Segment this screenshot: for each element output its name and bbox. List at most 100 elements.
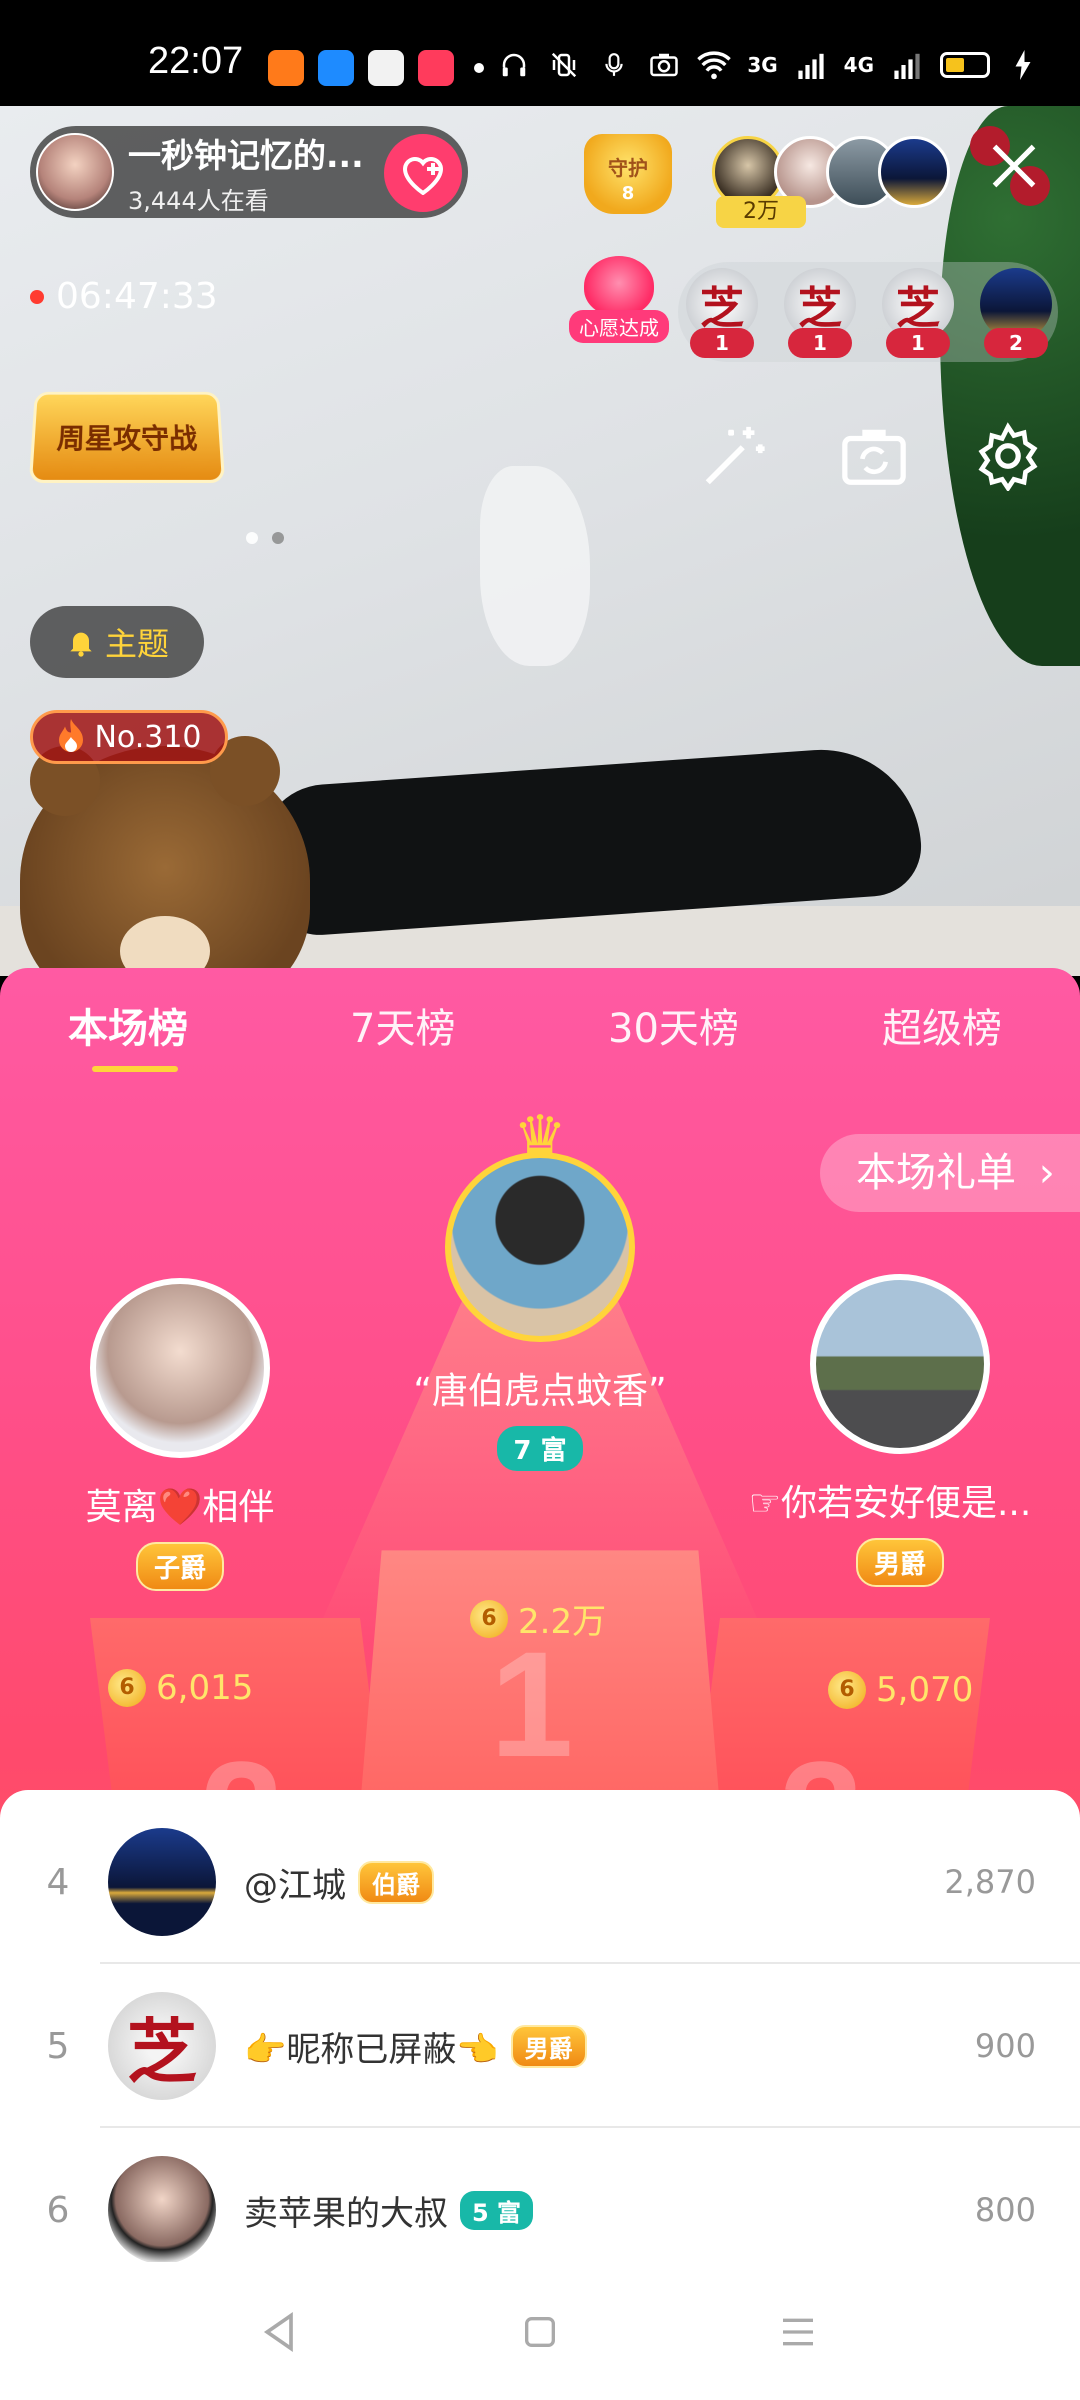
topic-label: 主题	[104, 625, 169, 663]
first-place[interactable]: “唐伯虎点蚊香” 7 富	[380, 1152, 700, 1471]
third-place[interactable]: ☞你若安好便是... 男爵	[740, 1274, 1060, 1587]
microphone-icon	[597, 48, 631, 82]
list-score: 800	[974, 2191, 1036, 2229]
hot-rank-badge[interactable]: No.310	[30, 710, 228, 764]
coin-icon: 6	[470, 1599, 508, 1638]
list-avatar[interactable]	[108, 1828, 216, 1936]
back-button[interactable]	[250, 2302, 310, 2362]
wish-label: 心愿达成	[569, 310, 669, 343]
gift-count: 1	[788, 328, 852, 358]
wish-complete-button[interactable]: 心愿达成	[566, 256, 672, 352]
top-viewer-contribution-badge: 2万	[716, 196, 806, 228]
menu-lines-icon	[783, 2318, 813, 2346]
active-tab-indicator	[92, 1066, 178, 1072]
list-score: 900	[974, 2027, 1036, 2065]
more-notifications-dot	[474, 63, 484, 73]
kuaishou-app-icon	[268, 50, 304, 86]
guard-label: 守护	[608, 156, 648, 180]
tab-current-session[interactable]: 本场榜	[68, 996, 188, 1054]
weekstar-battle-banner[interactable]: 周星攻守战	[28, 391, 226, 484]
headphones-icon	[497, 48, 531, 82]
gear-icon	[978, 422, 1038, 491]
tab-super[interactable]: 超级榜	[882, 996, 1002, 1054]
recording-dot	[30, 289, 44, 304]
topic-button[interactable]: 主题	[30, 606, 204, 678]
session-gift-list-button[interactable]: 本场礼单 ›	[820, 1134, 1080, 1212]
list-score: 2,870	[944, 1863, 1036, 1901]
flame-icon	[59, 719, 84, 752]
list-user-name: 卖苹果的大叔	[244, 2193, 448, 2234]
heart-plus-icon	[402, 157, 444, 195]
live-timer: 06:47:33	[30, 276, 218, 317]
gift-avatar[interactable]: 2	[980, 268, 1052, 358]
gift-avatar[interactable]: 芝1	[882, 268, 954, 358]
recents-button[interactable]	[768, 2302, 828, 2362]
first-place-score-value: 2.2万	[518, 1602, 607, 1642]
second-place-rank-badge: 子爵	[135, 1542, 224, 1591]
camera-status-icon	[647, 48, 681, 82]
list-avatar[interactable]	[108, 2156, 216, 2264]
notification-icons	[268, 50, 484, 86]
top-viewers[interactable]: 2万	[712, 136, 952, 228]
beauty-wand-button[interactable]	[694, 416, 774, 496]
bell-icon	[70, 632, 92, 657]
list-user-name: 👉昵称已屏蔽👈	[244, 2029, 499, 2070]
list-user-name: @江城	[244, 1865, 346, 1906]
host-info-pill[interactable]: 一秒钟记忆的... 3,444人在看	[30, 126, 468, 218]
list-rank: 4	[46, 1861, 70, 1903]
magic-wand-icon	[705, 426, 765, 485]
chevron-right-icon: ›	[1038, 1150, 1055, 1196]
tab-7-days[interactable]: 7天榜	[350, 996, 455, 1054]
settings-button[interactable]	[968, 416, 1048, 496]
gift-ranking-row[interactable]: 芝1 芝1 芝1 2	[678, 262, 1058, 362]
list-rank: 6	[46, 2189, 70, 2231]
host-avatar[interactable]	[36, 133, 114, 211]
second-place-avatar[interactable]	[90, 1278, 270, 1458]
network-4g-label: 4G	[843, 53, 874, 77]
switch-camera-button[interactable]	[834, 416, 914, 496]
browser-app-icon	[318, 50, 354, 86]
switch-camera-icon	[842, 429, 906, 485]
gift-avatar[interactable]: 芝1	[784, 268, 856, 358]
third-place-rank-badge: 男爵	[855, 1538, 944, 1587]
status-bar: 22:07 3G 4G	[0, 0, 1080, 106]
gift-list-label: 本场礼单	[856, 1150, 1016, 1196]
first-place-fortune-badge: 7 富	[497, 1426, 583, 1471]
list-rank-badge: 男爵	[510, 2024, 587, 2068]
store-app-icon	[368, 50, 404, 86]
live-video-stream[interactable]	[0, 106, 1080, 976]
podium-number-1: 1	[490, 1620, 574, 1788]
second-place-name: 莫离❤️相伴	[85, 1487, 275, 1528]
wifi-icon	[697, 48, 732, 82]
tab-30-days[interactable]: 30天榜	[608, 996, 739, 1054]
viewer-avatar[interactable]	[878, 136, 950, 208]
back-triangle-icon	[263, 2312, 293, 2352]
close-button[interactable]	[984, 140, 1044, 200]
guard-level: 8	[621, 183, 635, 204]
system-navigation-bar	[0, 2262, 1080, 2400]
list-fortune-badge: 5 富	[460, 2190, 534, 2230]
host-name: 一秒钟记忆的...	[128, 135, 364, 175]
list-item[interactable]: 5 芝 👉昵称已屏蔽👈 男爵 900	[0, 1964, 1080, 2128]
gift-count: 2	[984, 328, 1048, 358]
home-square-icon	[525, 2317, 555, 2347]
home-button[interactable]	[510, 2302, 570, 2362]
network-3g-label: 3G	[747, 53, 778, 77]
list-rank: 5	[46, 2025, 70, 2067]
follow-button[interactable]	[384, 134, 462, 212]
third-place-avatar[interactable]	[810, 1274, 990, 1454]
video-scene-wall	[480, 466, 590, 666]
second-place[interactable]: 莫离❤️相伴 子爵	[60, 1278, 300, 1591]
list-item[interactable]: 4 @江城 伯爵 2,870	[0, 1800, 1080, 1964]
heart-icon	[584, 256, 654, 316]
coin-icon: 6	[108, 1669, 146, 1707]
gift-avatar[interactable]: 芝1	[686, 268, 758, 358]
first-place-avatar[interactable]	[445, 1152, 635, 1342]
guard-badge[interactable]: 守护 8	[584, 134, 672, 214]
third-place-score: 6 5,070	[828, 1670, 973, 1710]
page-indicator	[246, 532, 284, 544]
list-avatar[interactable]: 芝	[108, 1992, 216, 2100]
third-place-name: ☞你若安好便是...	[748, 1483, 1032, 1524]
rank-label: No.310	[94, 719, 202, 755]
vibrate-icon	[547, 48, 581, 82]
